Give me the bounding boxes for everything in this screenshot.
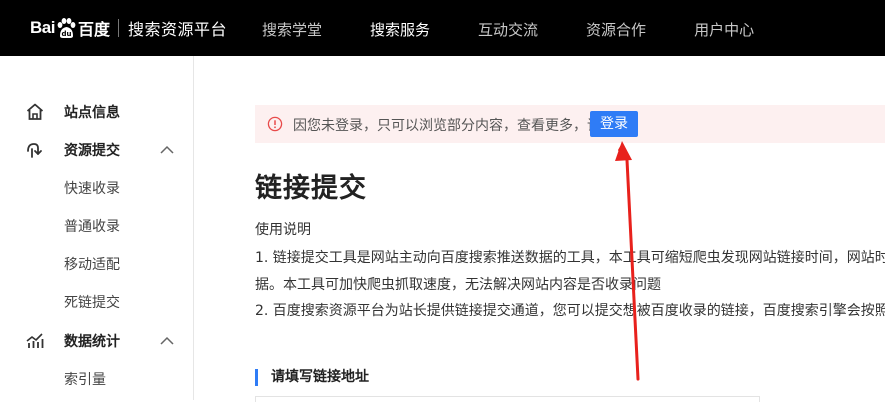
sidebar-group-data-stats[interactable]: 数据统计	[0, 322, 193, 360]
sidebar-item-site-info[interactable]: 站点信息	[0, 93, 193, 131]
page-title: 链接提交	[255, 173, 367, 204]
alert-circle-icon	[267, 116, 283, 132]
url-input-box[interactable]	[255, 396, 760, 402]
nav-item-interaction[interactable]: 互动交流	[478, 0, 538, 56]
link-submit-icon	[27, 143, 42, 158]
home-icon	[26, 103, 44, 120]
sidebar-label-data-stats: 数据统计	[64, 334, 120, 350]
sidebar-item-normal-index[interactable]: 普通收录	[64, 216, 120, 236]
usage-heading: 使用说明	[255, 222, 311, 238]
logo-divider	[117, 19, 119, 37]
logo-text-bai: Bai	[30, 18, 55, 37]
sidebar-label-resource-submit: 资源提交	[64, 143, 120, 159]
alert-message: 因您未登录，只可以浏览部分内容，查看更多，请	[293, 118, 601, 134]
login-alert: 因您未登录，只可以浏览部分内容，查看更多，请 登录	[255, 105, 885, 143]
sidebar-item-dead-link[interactable]: 死链提交	[64, 292, 120, 312]
chevron-up-icon[interactable]	[159, 142, 175, 158]
nav-item-user-center[interactable]: 用户中心	[694, 0, 754, 56]
login-button[interactable]: 登录	[590, 111, 638, 137]
sidebar-item-index-volume[interactable]: 索引量	[64, 369, 106, 389]
baidu-logo[interactable]: Bai du 百度 搜索资源平台	[30, 14, 227, 42]
main-content: 因您未登录，只可以浏览部分内容，查看更多，请 登录 链接提交 使用说明 1. 链…	[194, 56, 885, 402]
top-nav: 搜索学堂 搜索服务 互动交流 资源合作 用户中心	[262, 0, 802, 56]
usage-line: 2. 百度搜索资源平台为站长提供链接提交通道，您可以提交想被百度收录的链接，百度…	[255, 303, 885, 319]
sidebar-group-resource-submit[interactable]: 资源提交	[0, 131, 193, 169]
section-heading: 请填写链接地址	[255, 369, 369, 386]
usage-line: 据。本工具可加快爬虫抓取速度，无法解决网站内容是否收录问题	[255, 277, 661, 293]
nav-item-resource-cooperation[interactable]: 资源合作	[586, 0, 646, 56]
chevron-up-icon[interactable]	[159, 333, 175, 349]
platform-subtitle: 搜索资源平台	[127, 20, 227, 39]
logo-text-baidu: 百度	[77, 20, 110, 39]
nav-item-search-academy[interactable]: 搜索学堂	[262, 0, 322, 56]
usage-line: 1. 链接提交工具是网站主动向百度搜索推送数据的工具，本工具可缩短爬虫发现网站链…	[255, 250, 885, 266]
baidu-paw-icon: du	[57, 18, 76, 38]
sidebar-item-quick-index[interactable]: 快速收录	[64, 178, 120, 198]
bar-chart-icon	[26, 333, 44, 348]
sidebar-label-site-info: 站点信息	[64, 105, 120, 121]
sidebar: 站点信息 资源提交 快速收录 普通收录 移动适配 死链提交 数据统计 索引量	[0, 56, 194, 400]
top-header: Bai du 百度 搜索资源平台 搜索学堂 搜索服务 互动交流 资源合作 用户中…	[0, 0, 885, 56]
svg-text:du: du	[61, 30, 71, 38]
sidebar-item-mobile-adapt[interactable]: 移动适配	[64, 254, 120, 274]
nav-item-search-service[interactable]: 搜索服务	[370, 0, 430, 56]
